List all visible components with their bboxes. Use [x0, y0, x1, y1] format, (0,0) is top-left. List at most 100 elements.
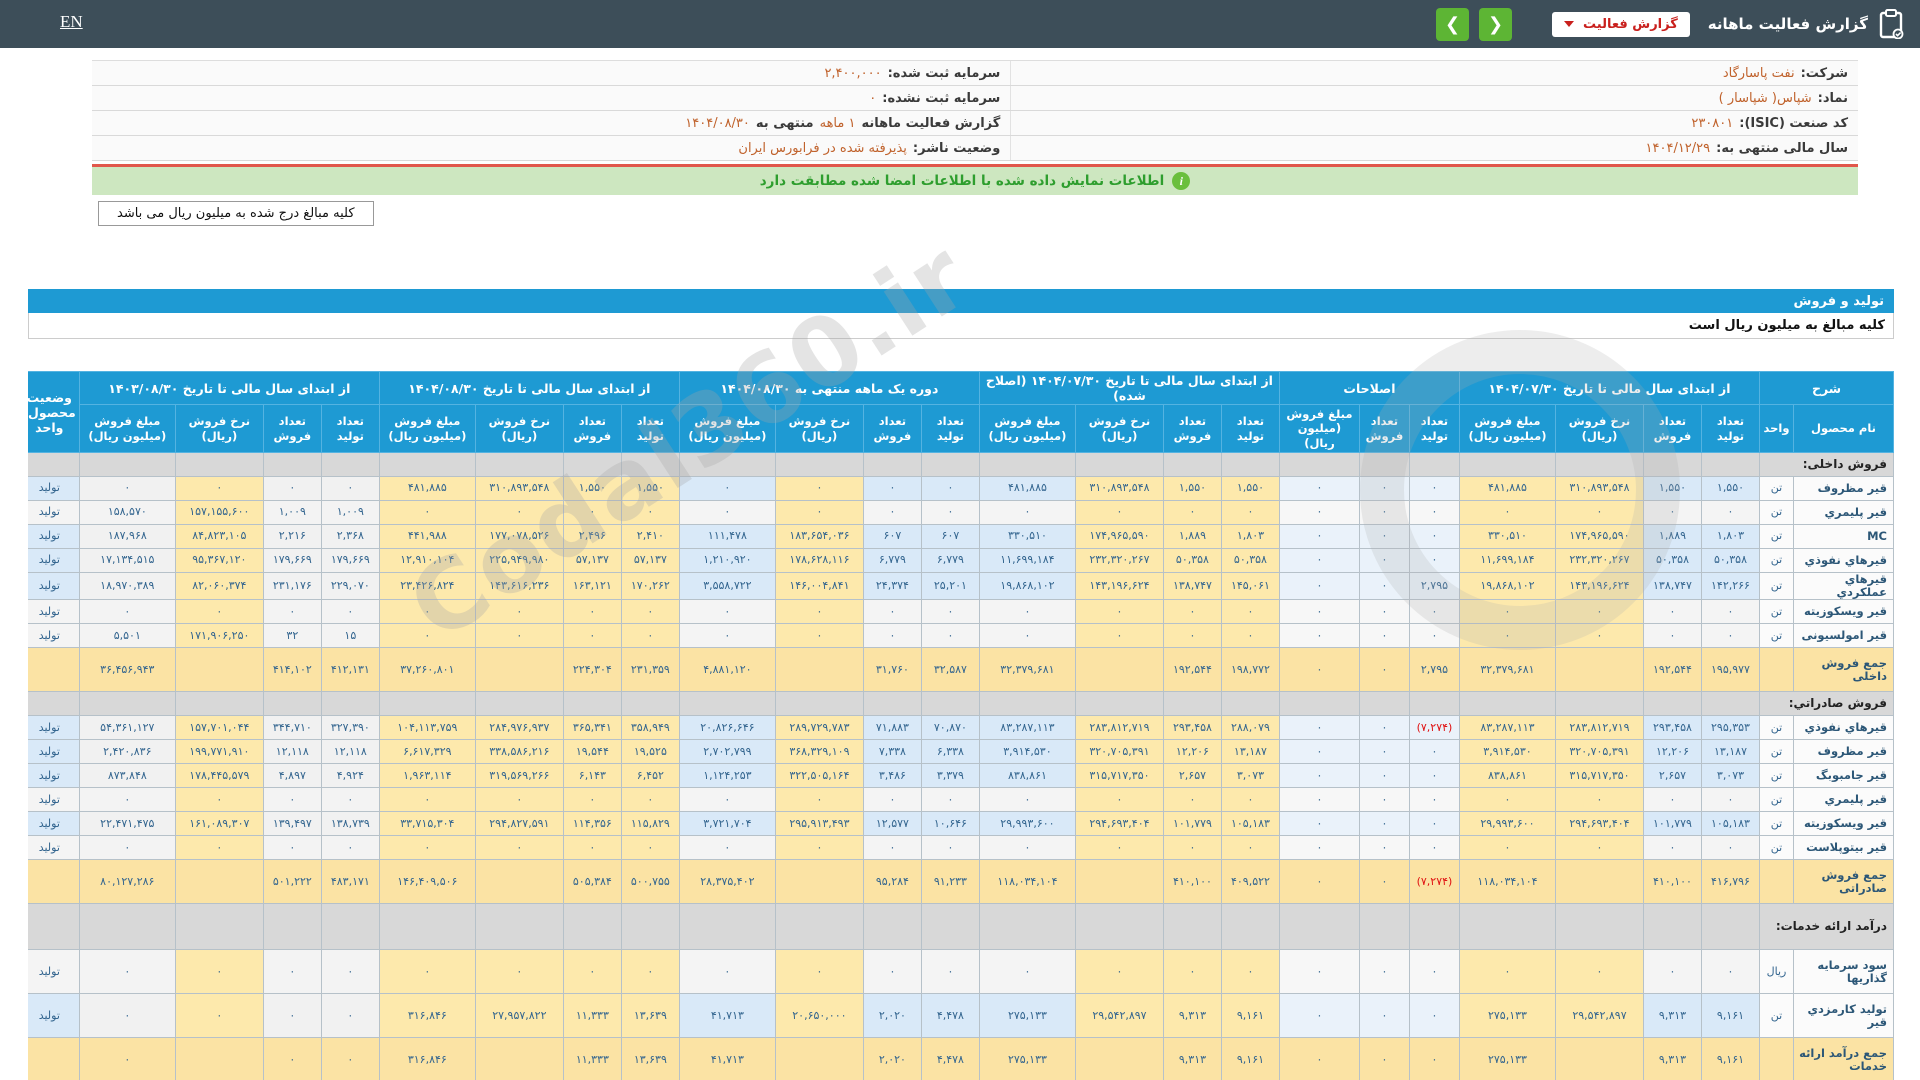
header-col: نرخ فروش (ریال) — [1554, 404, 1644, 453]
table-row: قیرهاي عملکردي تن ۱۴۲,۲۶۶ ۱۳۸,۷۴۷ ۱۴۳,۱۹۶,۶۲… — [28, 571, 1894, 601]
value-cell-g1: ۲۹۴,۶۹۳,۴۰۴ — [1554, 811, 1644, 837]
value-cell-month: ۰ — [920, 500, 980, 525]
value-cell-prev: ۱۳۹,۴۹۷ — [262, 811, 322, 837]
value-cell-adj: ۰ — [1358, 835, 1410, 861]
value-cell-g1adj: ۱۴۵,۰۶۱ — [1220, 571, 1280, 601]
value-cell-ytd: ۲۲۴,۳۰۴ — [562, 647, 622, 693]
value-cell-month: ۶۰۷ — [862, 524, 922, 549]
value-cell-month: ۱۷۸,۶۲۸,۱۱۶ — [774, 548, 864, 573]
value-cell-g1: ۱,۸۸۹ — [1642, 524, 1702, 549]
production-sales-table-container: شرح از ابتدای سال مالی تا تاریخ ۱۴۰۴/۰۷/۳… — [28, 371, 1894, 1080]
value-cell-ytd: ۶,۱۴۳ — [562, 763, 622, 789]
value-cell-ytd: ۳۶۵,۳۴۱ — [562, 715, 622, 741]
value-cell-g1adj: ۵۰,۳۵۸ — [1162, 548, 1222, 573]
report-type-dropdown[interactable]: گزارش فعالیت — [1552, 11, 1690, 37]
empty-cell — [978, 903, 1076, 951]
empty-cell — [28, 452, 80, 477]
value-cell-ytd: ۱۱۴,۳۵۶ — [562, 811, 622, 837]
value-cell-ytd: ۲۸۴,۹۷۶,۹۳۷ — [474, 715, 564, 741]
value-cell-g1adj: ۰ — [1162, 949, 1222, 995]
value-cell-ytd: ۰ — [620, 623, 680, 649]
value-cell-prev: ۰ — [320, 599, 380, 625]
value-cell-adj: ۰ — [1278, 763, 1360, 789]
empty-cell — [28, 903, 80, 951]
value-cell-ytd: ۲,۴۹۶ — [562, 524, 622, 549]
value-cell-month: ۱,۱۲۴,۲۵۳ — [678, 763, 776, 789]
value-cell-g1: ۱۷۴,۹۶۵,۵۹۰ — [1554, 524, 1644, 549]
prev-report-button[interactable]: ❯ — [1436, 7, 1470, 41]
value-cell-g1: ۱۲,۲۰۶ — [1642, 739, 1702, 765]
value-cell-prev: ۸۲,۰۶۰,۳۷۴ — [174, 571, 264, 601]
value-cell-g1adj: ۲۹۴,۶۹۳,۴۰۴ — [1074, 811, 1164, 837]
value-cell-g1adj: ۰ — [978, 500, 1076, 525]
value-cell-prev: ۰ — [320, 787, 380, 813]
value-cell-g1: ۰ — [1642, 787, 1702, 813]
info-label: سال مالی منتهی به: — [1716, 140, 1848, 156]
value-cell-ytd: ۰ — [474, 623, 564, 649]
product-name: قیرهاي نفوذي — [1793, 548, 1894, 573]
unit-cell: تن — [1758, 835, 1795, 861]
info-label: سرمایه ثبت شده: — [887, 65, 1001, 81]
empty-cell — [174, 452, 264, 477]
product-name: قیر پلیمري — [1793, 787, 1894, 813]
value-cell-ytd: ۳۱۹,۵۶۹,۲۶۶ — [474, 763, 564, 789]
value-cell-prev: ۱۵ — [320, 623, 380, 649]
value-cell-g1adj: ۰ — [1074, 949, 1164, 995]
value-cell-adj: ۰ — [1358, 500, 1410, 525]
value-cell-prev: ۰ — [262, 835, 322, 861]
value-cell-adj: ۰ — [1278, 476, 1360, 501]
value-cell-ytd: ۰ — [562, 835, 622, 861]
value-cell-adj: ۰ — [1278, 993, 1360, 1039]
status-cell: تولید — [28, 835, 80, 861]
value-cell-month: ۴,۴۷۸ — [920, 1037, 980, 1080]
value-cell-ytd: ۲,۴۱۰ — [620, 524, 680, 549]
value-cell-month: ۱۰,۶۴۶ — [920, 811, 980, 837]
value-cell-month: ۲۰,۶۵۰,۰۰۰ — [774, 993, 864, 1039]
empty-cell — [1358, 452, 1410, 477]
value-cell-adj: ۰ — [1278, 571, 1360, 601]
status-cell: تولید — [28, 763, 80, 789]
value-cell-prev: ۱۲,۱۱۸ — [320, 739, 380, 765]
product-name: قیرهاي عملکردي — [1793, 571, 1894, 601]
value-cell-adj: ۰ — [1278, 1037, 1360, 1080]
value-cell-g1adj: ۱۷۴,۹۶۵,۵۹۰ — [1074, 524, 1164, 549]
language-switch-link[interactable]: EN — [60, 12, 83, 32]
info-value: ۲۳۰۸۰۱ — [1691, 115, 1734, 131]
value-cell-prev: ۸۷۳,۸۴۸ — [78, 763, 176, 789]
value-cell-ytd: ۰ — [378, 500, 476, 525]
value-cell-ytd: ۰ — [378, 599, 476, 625]
company-info-row: سال مالی منتهی به: ۱۴۰۴/۱۲/۲۹ وضعیت ناشر: پ… — [92, 136, 1858, 161]
value-cell-adj: ۰ — [1358, 763, 1410, 789]
value-cell-prev: ۰ — [262, 476, 322, 501]
unit-cell — [1758, 859, 1795, 905]
product-name: MC — [1793, 524, 1894, 549]
status-cell: تولید — [28, 949, 80, 995]
value-cell-adj: ۰ — [1408, 476, 1460, 501]
value-cell-prev: ۸۴,۸۲۳,۱۰۵ — [174, 524, 264, 549]
value-cell-g1adj: ۰ — [1220, 599, 1280, 625]
value-cell-g1adj: ۰ — [1074, 599, 1164, 625]
empty-cell — [378, 452, 476, 477]
table-row: قیر پلیمري تن ۰ ۰ ۰ ۰ ۰ ۰ ۰ ۰ ۰ ۰ ۰ ۰ ۰ ۰ ۰ ۰ ۰ ۰ ۰ ۰ ۰ ۰ ۰ تولید — [28, 787, 1894, 813]
empty-cell — [378, 903, 476, 951]
value-cell-month: ۰ — [774, 623, 864, 649]
next-report-button[interactable]: ❮ — [1479, 7, 1513, 41]
value-cell-adj: ۰ — [1408, 548, 1460, 573]
empty-cell — [920, 691, 980, 717]
value-cell-g1adj: ۰ — [1162, 835, 1222, 861]
info-icon: i — [1172, 172, 1191, 190]
value-cell-g1: ۹,۱۶۱ — [1700, 1037, 1760, 1080]
value-cell-month: ۲۴,۳۷۴ — [862, 571, 922, 601]
empty-cell — [920, 452, 980, 477]
status-cell: تولید — [28, 476, 80, 501]
value-cell-g1adj: ۰ — [1162, 599, 1222, 625]
status-cell: تولید — [28, 993, 80, 1039]
table-row: قیر بیتوپلاست تن ۰ ۰ ۰ ۰ ۰ ۰ ۰ ۰ ۰ ۰ ۰ ۰ ۰ ۰ ۰ ۰ ۰ ۰ ۰ ۰ ۰ ۰ ۰ تو… — [28, 835, 1894, 861]
value-cell-g1: ۰ — [1642, 949, 1702, 995]
product-name: قیر ویسکوزیته — [1793, 599, 1894, 625]
value-cell-ytd: ۱۷۷,۰۷۸,۵۲۶ — [474, 524, 564, 549]
value-cell-g1: ۵۰,۳۵۸ — [1700, 548, 1760, 573]
value-cell-adj: ۰ — [1408, 623, 1460, 649]
value-cell-g1adj: ۹,۳۱۳ — [1162, 993, 1222, 1039]
value-cell-month: ۱,۲۱۰,۹۲۰ — [678, 548, 776, 573]
